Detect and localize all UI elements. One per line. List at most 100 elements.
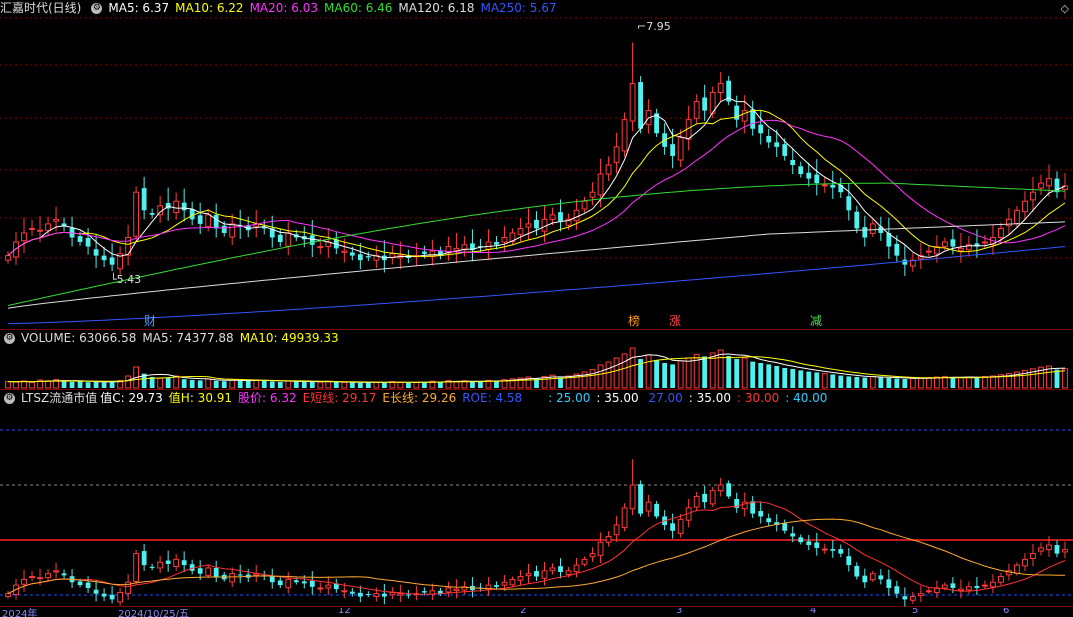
price-candle — [181, 202, 187, 211]
volume-bar — [61, 380, 67, 388]
price-candle — [149, 213, 155, 215]
indicator-candle — [445, 587, 452, 593]
indicator-candle — [798, 537, 804, 543]
indicator-candle — [365, 593, 371, 595]
indicator-candle — [990, 581, 996, 588]
marker-reduce[interactable]: 减 — [809, 314, 823, 328]
marker-financial[interactable]: 财 — [143, 314, 157, 328]
marker-ranking[interactable]: 榜 — [627, 314, 641, 328]
indicator-candle — [917, 593, 924, 597]
indicator-candle — [670, 523, 676, 531]
indicator-candle — [1062, 549, 1068, 553]
indicator-candle — [117, 592, 124, 603]
indicator-candle — [677, 518, 684, 534]
volume-bar — [181, 379, 187, 388]
indicator-candle — [589, 553, 596, 558]
price-candle — [525, 223, 532, 228]
price-candle — [894, 243, 900, 256]
price-candle — [13, 241, 19, 258]
indicator-candle — [621, 507, 628, 529]
marker-rise[interactable]: 涨 — [668, 314, 682, 328]
diamond-icon[interactable]: ◇ — [1061, 2, 1069, 15]
price-candle — [189, 208, 195, 220]
indicator-candle — [654, 503, 660, 517]
indicator-settings-gear-icon[interactable]: ⚙ — [4, 393, 15, 404]
indicator-candle — [149, 566, 155, 568]
volume-bar — [253, 379, 260, 389]
price-candle — [141, 188, 147, 211]
indicator-candle — [421, 591, 427, 593]
indicator-candle — [862, 575, 868, 583]
price-candle — [830, 184, 836, 188]
volume-settings-gear-icon[interactable]: ⚙ — [4, 333, 15, 344]
indicator-candle — [357, 592, 363, 597]
indicator-candle — [1014, 564, 1020, 574]
indicator-candle — [389, 592, 396, 596]
indicator-value-10: : 30.00 — [737, 391, 780, 405]
volume-bar — [325, 380, 332, 389]
volume-bar — [838, 375, 844, 388]
indicator-candle — [925, 590, 932, 593]
volume-bar — [846, 376, 852, 388]
volume-bar — [189, 380, 195, 388]
indicator-candle — [549, 567, 556, 572]
price-candle — [941, 241, 948, 248]
indicator-candle — [1038, 547, 1044, 552]
volume-bar — [702, 356, 708, 388]
ma-legend-4: MA120: 6.18 — [398, 1, 475, 15]
indicator-value-11: : 40.00 — [785, 391, 828, 405]
indicator-candle — [957, 588, 964, 592]
volume-bar — [613, 357, 620, 389]
volume-bar — [741, 357, 748, 389]
volume-bar — [654, 360, 660, 388]
indicator-candle — [902, 596, 908, 600]
indicator-candle — [565, 570, 572, 576]
indicator-candle — [541, 570, 548, 579]
date-label-1: 2024/10/25/五 — [118, 609, 190, 617]
price-candle — [798, 166, 804, 175]
indicator-candle — [766, 518, 772, 523]
indicator-legend: ⚙ LTSZ流通市值 值C: 29.73 值H: 30.91 股价: 6.32 E短线: … — [0, 390, 839, 407]
indicator-candle — [974, 585, 980, 588]
date-axis: 2024年 2024/10/25/五 12 2 3 4 5 6 — [0, 608, 1073, 617]
volume-bar — [213, 380, 219, 388]
volume-bar — [5, 381, 11, 389]
indicator-candle — [397, 593, 404, 596]
volume-bar — [245, 380, 251, 388]
price-candle — [421, 251, 427, 254]
volume-bar — [990, 375, 996, 389]
volume-bar — [902, 379, 908, 388]
volume-bar — [758, 363, 764, 388]
indicator-candle — [966, 586, 972, 591]
price-candle — [1038, 182, 1044, 189]
price-candle — [670, 144, 676, 156]
indicator-candle — [77, 581, 83, 586]
ma-legend-5: MA250: 5.67 — [480, 1, 557, 15]
price-candle — [213, 214, 219, 229]
volume-bar — [821, 373, 828, 389]
volume-bar — [173, 375, 180, 389]
volume-bar — [1062, 368, 1068, 389]
indicator-candle — [293, 580, 299, 583]
price-candle — [45, 223, 51, 231]
volume-bar — [285, 380, 292, 389]
price-candle — [750, 109, 756, 129]
indicator-candle — [894, 586, 900, 594]
indicator-candle — [573, 564, 580, 573]
high-annotation: ⌐7.95 — [637, 20, 671, 33]
price-candle — [925, 250, 932, 253]
volume-bar — [830, 374, 836, 388]
price-candle — [638, 82, 644, 129]
price-candle — [494, 242, 499, 245]
volume-bar — [589, 369, 596, 389]
indicator-candle — [750, 501, 756, 514]
indicator-value-9: : 35.00 — [688, 391, 731, 405]
price-candle — [821, 184, 828, 187]
volume-bar — [957, 377, 964, 389]
indicator-candle — [886, 579, 892, 588]
indicator-candle — [53, 570, 59, 573]
indicator-candle — [229, 573, 236, 583]
settings-gear-icon[interactable]: ⚙ — [91, 3, 103, 14]
indicator-candle — [325, 584, 332, 589]
price-candle — [998, 227, 1004, 238]
